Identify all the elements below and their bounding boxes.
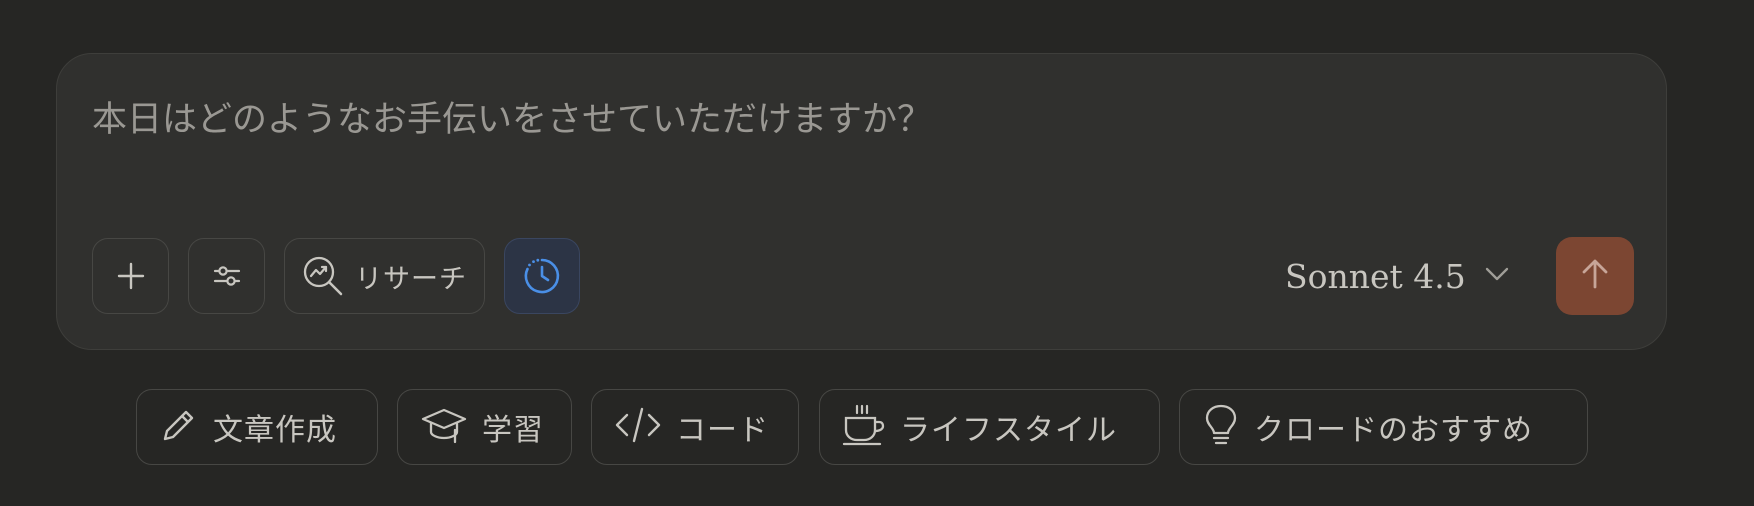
code-icon (614, 405, 662, 449)
chevron-down-icon (1484, 261, 1510, 291)
model-name: Sonnet 4.5 (1285, 256, 1466, 296)
research-button[interactable]: リサーチ (284, 238, 485, 314)
suggestion-code[interactable]: コード (591, 389, 799, 465)
prompt-composer: リサーチ Sonnet 4.5 (56, 53, 1667, 350)
research-label: リサーチ (355, 263, 467, 295)
clock-icon (522, 256, 562, 296)
model-selector[interactable]: Sonnet 4.5 (1285, 242, 1510, 310)
suggestion-label: クロードのおすすめ (1254, 413, 1533, 448)
suggestion-label: 文章作成 (213, 413, 337, 448)
prompt-input[interactable] (92, 90, 1492, 150)
suggestion-lifestyle[interactable]: ライフスタイル (819, 389, 1160, 465)
suggestion-writing[interactable]: 文章作成 (136, 389, 378, 465)
lightbulb-icon (1202, 403, 1240, 451)
suggestion-chips: 文章作成 学習 コード ライフスタイル クロードのおすすめ (0, 389, 1754, 465)
extended-thinking-button[interactable] (504, 238, 580, 314)
send-button[interactable] (1556, 237, 1634, 315)
suggestion-learning[interactable]: 学習 (397, 389, 572, 465)
search-trend-icon (301, 254, 345, 298)
suggestion-claude-picks[interactable]: クロードのおすすめ (1179, 389, 1588, 465)
arrow-up-icon (1578, 257, 1612, 295)
coffee-cup-icon (842, 403, 886, 451)
tools-button[interactable] (188, 238, 265, 314)
suggestion-label: 学習 (482, 413, 544, 448)
suggestion-label: コード (676, 413, 769, 448)
pencil-icon (159, 405, 199, 449)
sliders-icon (212, 261, 242, 291)
graduation-cap-icon (420, 404, 468, 450)
suggestion-label: ライフスタイル (900, 413, 1117, 448)
plus-icon (116, 261, 146, 291)
add-button[interactable] (92, 238, 169, 314)
